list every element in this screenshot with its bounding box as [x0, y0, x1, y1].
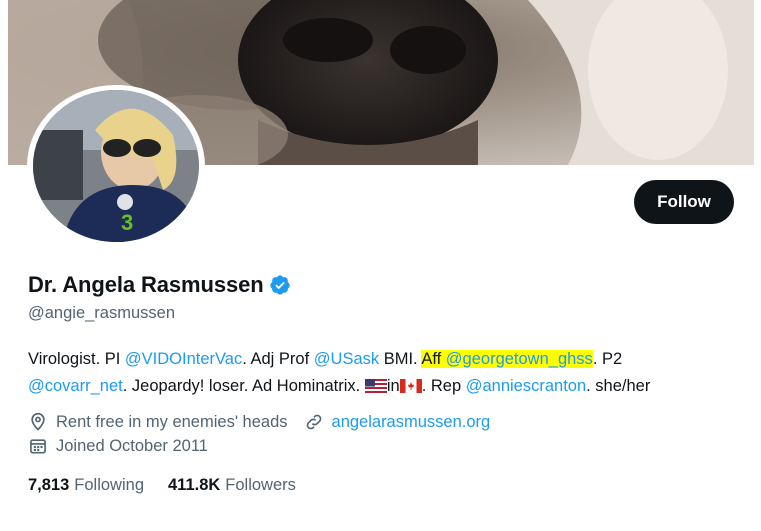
bio: Virologist. PI @VIDOInterVac. Adj Prof @… [28, 346, 743, 400]
bio-text: . she/her [586, 377, 651, 395]
canada-flag-icon [399, 379, 422, 393]
followers-count: 411.8K [168, 476, 221, 494]
bio-text: . Adj Prof [242, 350, 314, 368]
bio-text: . P2 [592, 350, 623, 368]
bio-text: Virologist. PI [28, 350, 125, 368]
profile-meta-row: Rent free in my enemies' heads angelaras… [28, 412, 490, 432]
name-row: Dr. Angela Rasmussen [28, 272, 291, 298]
follow-button[interactable]: Follow [634, 180, 734, 224]
user-handle: @angie_rasmussen [28, 304, 175, 322]
bio-mention-link[interactable]: @georgetown_ghss [446, 350, 593, 368]
bio-text: . Rep [421, 377, 466, 395]
join-date-row: Joined October 2011 [28, 436, 208, 456]
followers-stat-link[interactable]: 411.8K Followers [168, 476, 296, 495]
bio-mention-link[interactable]: @USask [314, 350, 379, 368]
svg-text:3: 3 [121, 210, 133, 235]
follow-stats: 7,813 Following 411.8K Followers [28, 476, 320, 495]
bio-mention-link[interactable]: @covarr_net [28, 377, 123, 395]
following-count: 7,813 [28, 476, 70, 494]
highlighted-affiliation: Aff @georgetown_ghss [421, 350, 593, 368]
us-flag-icon [364, 379, 387, 393]
following-stat-link[interactable]: 7,813 Following [28, 476, 144, 495]
website-link[interactable]: angelarasmussen.org [332, 413, 491, 432]
bio-mention-link[interactable]: @anniescranton [466, 377, 586, 395]
location-pin-icon [31, 412, 45, 431]
following-label: Following [74, 476, 144, 494]
verified-badge-icon[interactable] [269, 274, 291, 296]
display-name: Dr. Angela Rasmussen [28, 272, 264, 297]
join-date-text: Joined October 2011 [56, 436, 208, 455]
link-icon [306, 414, 321, 430]
followers-label: Followers [225, 476, 296, 494]
bio-mention-link[interactable]: @VIDOInterVac [125, 350, 242, 368]
avatar-photo: 3 [33, 90, 199, 242]
bio-text: in [386, 377, 400, 395]
avatar[interactable]: 3 [33, 90, 199, 242]
location-text: Rent free in my enemies' heads [56, 412, 288, 431]
calendar-icon [30, 439, 46, 454]
bio-text: . Jeopardy! loser. Ad Hominatrix. [122, 377, 365, 395]
bio-text: Aff [421, 350, 446, 368]
bio-text: BMI. [379, 350, 422, 368]
